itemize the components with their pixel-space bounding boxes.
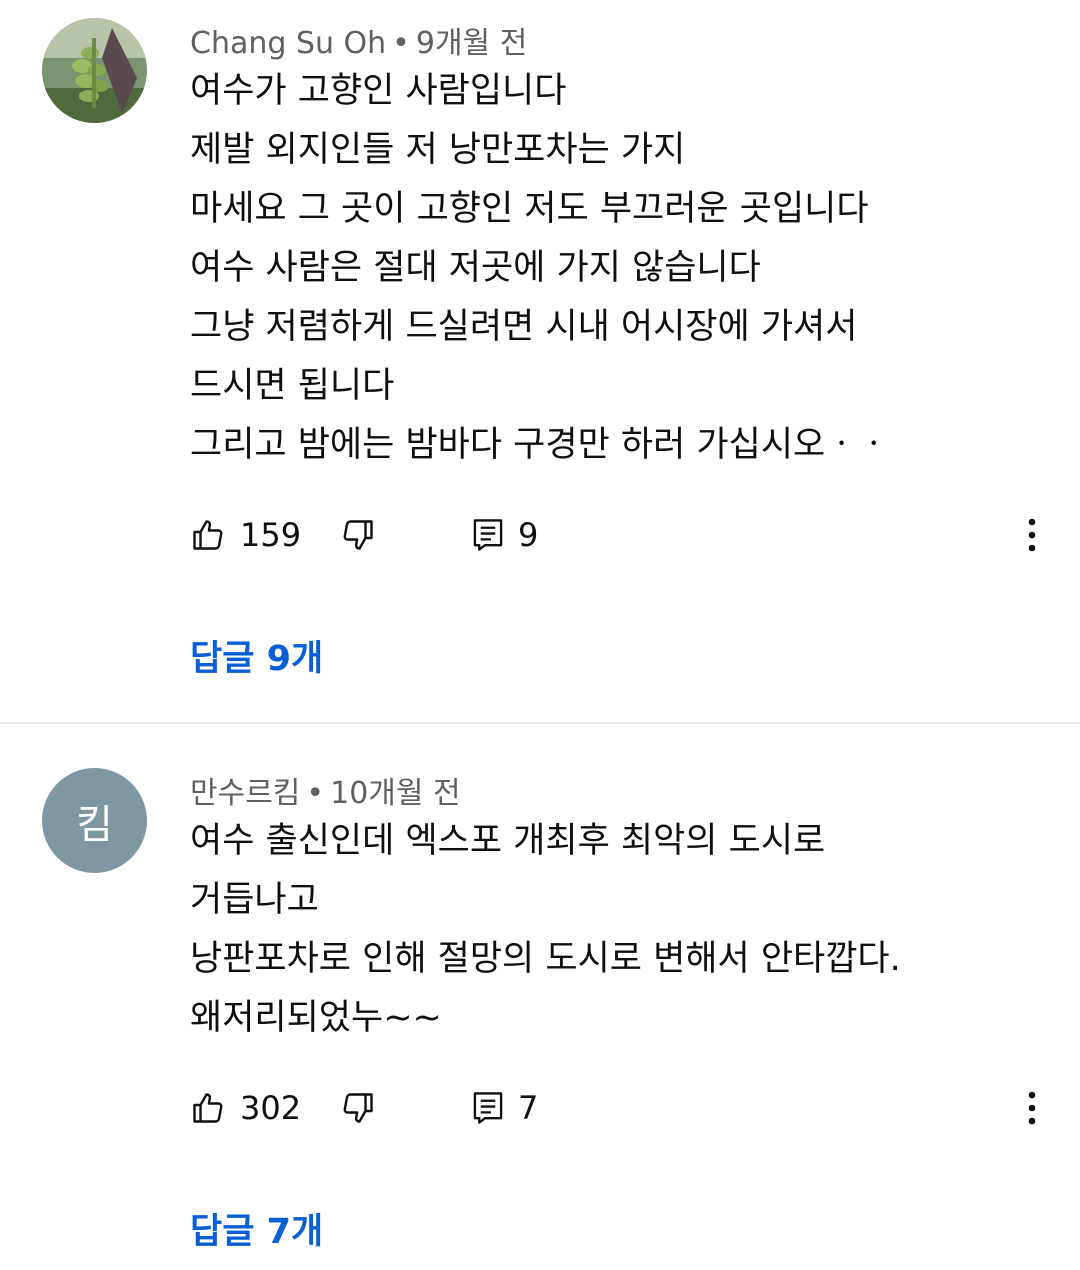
- avatar-photo: [42, 18, 147, 123]
- reply-button[interactable]: 7: [472, 1083, 538, 1133]
- comment-time: 10개월 전: [330, 776, 461, 811]
- comment-line: 낭판포차로 인해 절망의 도시로 변해서 안타깝다.: [190, 939, 901, 979]
- more-button[interactable]: [1020, 510, 1044, 560]
- comment-text: 여수 출신인데 엑스포 개최후 최악의 도시로 거듭나고 낭판포차로 인해 절망…: [190, 812, 1010, 1048]
- comment-text: 여수가 고향인 사람입니다 제발 외지인들 저 낭만포차는 가지 마세요 그 곳…: [190, 62, 1010, 475]
- more-vert-icon: [1028, 518, 1036, 552]
- comment-line: 왜저리되었누~~: [190, 998, 442, 1038]
- comment-meta: 만수르킴 • 10개월 전: [190, 768, 461, 812]
- avatar-initial: 킴: [76, 801, 113, 848]
- comment-line: 여수가 고향인 사람입니다: [190, 71, 567, 111]
- comment-line: 마세요 그 곳이 고향인 저도 부끄러운 곳입니다: [190, 189, 869, 229]
- reply-count: 7: [518, 1089, 539, 1127]
- meta-separator: •: [392, 26, 410, 61]
- like-count: 159: [240, 516, 302, 554]
- comment-actions: 302 7: [190, 1083, 1050, 1133]
- more-button[interactable]: [1020, 1083, 1044, 1133]
- thumbs-down-icon: [343, 1093, 373, 1123]
- comment-time: 9개월 전: [415, 26, 528, 61]
- author-name[interactable]: 만수르킴: [190, 776, 300, 811]
- comment-line: 제발 외지인들 저 낭만포차는 가지: [190, 130, 686, 170]
- dislike-button[interactable]: [340, 1083, 376, 1133]
- thumbs-up-icon: [193, 520, 223, 550]
- like-button[interactable]: 159: [190, 510, 301, 560]
- author-name[interactable]: Chang Su Oh: [190, 26, 386, 61]
- thumbs-down-icon: [343, 520, 373, 550]
- avatar[interactable]: [42, 18, 147, 123]
- comment-line: 거듭나고: [190, 880, 319, 920]
- meta-separator: •: [306, 776, 325, 811]
- comment-meta: Chang Su Oh • 9개월 전: [190, 18, 527, 62]
- comment-actions: 159 9: [190, 510, 1050, 560]
- view-replies-link[interactable]: 답글 9개: [190, 630, 323, 681]
- comment-line: 그냥 저렴하게 드실려면 시내 어시장에 가셔서: [190, 307, 858, 347]
- comment-icon: [473, 1092, 503, 1124]
- comment-line: 여수 출신인데 엑스포 개최후 최악의 도시로: [190, 821, 826, 861]
- reply-button[interactable]: 9: [472, 510, 538, 560]
- comment-line: 여수 사람은 절대 저곳에 가지 않습니다: [190, 248, 761, 288]
- comment-line: 드시면 됩니다: [190, 366, 395, 406]
- avatar[interactable]: 킴: [42, 768, 147, 873]
- like-count: 302: [240, 1089, 302, 1127]
- comment-line: 그리고 밤에는 밤바다 구경만 하러 가십시오ㆍㆍ: [190, 425, 890, 465]
- thumbs-up-icon: [193, 1093, 223, 1123]
- comment-icon: [473, 519, 503, 551]
- more-vert-icon: [1028, 1091, 1036, 1125]
- reply-count: 9: [518, 516, 539, 554]
- divider: [0, 722, 1080, 724]
- view-replies-link[interactable]: 답글 7개: [190, 1203, 323, 1254]
- like-button[interactable]: 302: [190, 1083, 301, 1133]
- dislike-button[interactable]: [340, 510, 376, 560]
